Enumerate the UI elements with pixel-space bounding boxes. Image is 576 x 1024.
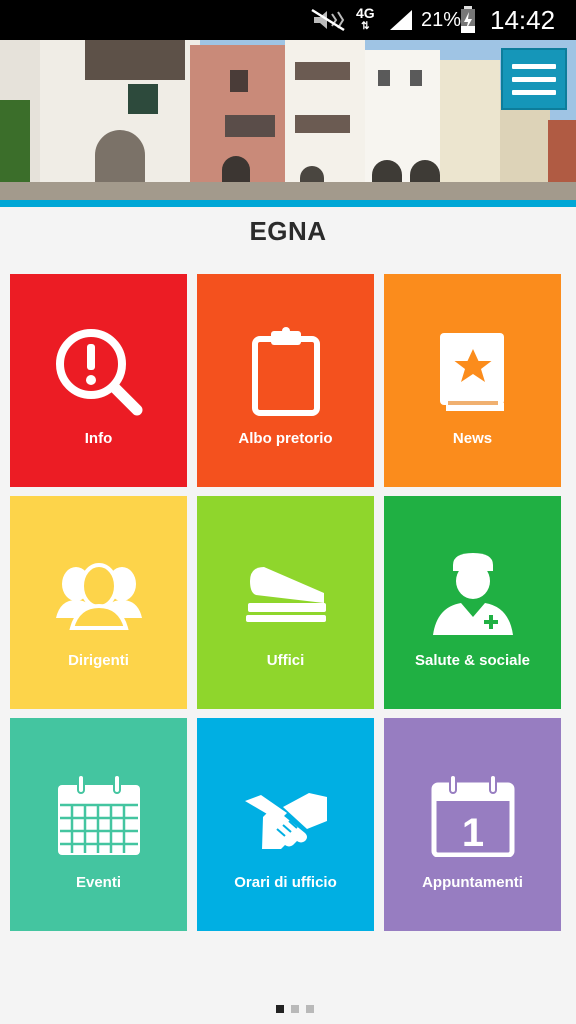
tile-eventi[interactable]: Eventi bbox=[10, 718, 187, 931]
calendar-one-icon: 1 bbox=[384, 768, 561, 863]
clipboard-icon bbox=[197, 324, 374, 419]
mute-icon bbox=[310, 0, 348, 40]
tile-uffici[interactable]: Uffici bbox=[197, 496, 374, 709]
battery-charging-icon bbox=[460, 0, 476, 40]
page-title: EGNA bbox=[249, 216, 327, 246]
tile-label: Orari di ufficio bbox=[234, 874, 337, 891]
info-search-icon bbox=[10, 324, 187, 419]
tile-label: Uffici bbox=[266, 652, 305, 669]
tile-dirigenti[interactable]: Dirigenti bbox=[10, 496, 187, 709]
tile-label: Info bbox=[84, 430, 113, 447]
handshake-icon bbox=[197, 768, 374, 863]
battery-percent: 21% bbox=[421, 8, 462, 31]
tile-info[interactable]: Info bbox=[10, 274, 187, 487]
stapler-icon bbox=[197, 546, 374, 641]
tile-news[interactable]: News bbox=[384, 274, 561, 487]
calendar-day-number: 1 bbox=[461, 811, 483, 855]
tile-label: Albo pretorio bbox=[238, 430, 333, 447]
clock: 14:42 bbox=[490, 4, 556, 35]
tile-label: Appuntamenti bbox=[422, 874, 523, 891]
tile-label: Dirigenti bbox=[68, 652, 129, 669]
page-indicator bbox=[276, 1005, 314, 1013]
page-dot-active[interactable] bbox=[276, 1005, 284, 1013]
tile-appuntamenti[interactable]: 1 Appuntamenti bbox=[384, 718, 561, 931]
tile-label: Salute & sociale bbox=[414, 652, 531, 669]
tile-label: Eventi bbox=[75, 874, 121, 891]
tile-orari-ufficio[interactable]: Orari di ufficio bbox=[197, 718, 374, 931]
tile-label: News bbox=[452, 430, 493, 447]
network-indicator: 4G ⇅ bbox=[356, 5, 375, 32]
signal-icon bbox=[388, 0, 414, 40]
calendar-grid-icon bbox=[10, 768, 187, 863]
header-town-photo bbox=[0, 40, 576, 200]
status-bar: 4G ⇅ 21% 14:42 bbox=[0, 0, 576, 40]
people-group-icon bbox=[10, 546, 187, 641]
header-accent-stripe bbox=[0, 200, 576, 207]
tile-albo-pretorio[interactable]: Albo pretorio bbox=[197, 274, 374, 487]
medic-icon bbox=[384, 546, 561, 641]
hamburger-menu-icon[interactable] bbox=[501, 48, 567, 110]
star-book-icon bbox=[384, 324, 561, 419]
page-dot[interactable] bbox=[306, 1005, 314, 1013]
tile-salute-sociale[interactable]: Salute & sociale bbox=[384, 496, 561, 709]
page-dot[interactable] bbox=[291, 1005, 299, 1013]
